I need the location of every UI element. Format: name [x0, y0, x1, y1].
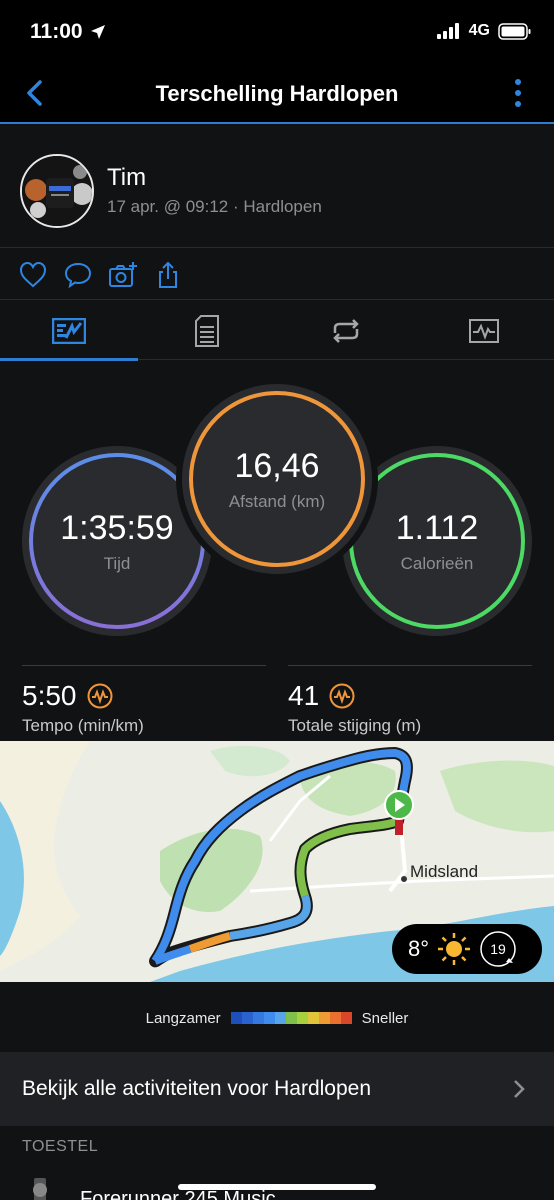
wind-indicator: 19: [479, 930, 517, 968]
speed-legend: Langzamer Sneller: [0, 1000, 554, 1036]
legend-swatch: [263, 1012, 275, 1024]
time-value: 1:35:59: [60, 508, 174, 547]
add-photo-icon[interactable]: [108, 260, 138, 290]
tab-splits[interactable]: [277, 302, 415, 360]
legend-swatch: [274, 1012, 286, 1024]
device-section-header: TOESTEL: [22, 1138, 99, 1155]
user-name[interactable]: Tim: [107, 164, 146, 192]
sun-icon: [438, 933, 471, 965]
nav-bar: Terschelling Hardlopen: [0, 66, 554, 124]
tab-details[interactable]: [138, 302, 276, 360]
legend-faster: Sneller: [361, 1009, 409, 1027]
legend-swatch: [340, 1012, 352, 1024]
legend-swatch: [329, 1012, 341, 1024]
location-arrow-icon: [91, 25, 106, 39]
tab-overview[interactable]: [0, 302, 138, 361]
legend-swatch: [230, 1012, 242, 1024]
repeat-icon: [333, 319, 359, 343]
watch-icon: [33, 1178, 47, 1200]
tab-charts[interactable]: [415, 302, 553, 360]
pace-value: 5:50: [22, 680, 77, 711]
all-activities-label: Bekijk alle activiteiten voor Hardlopen: [22, 1077, 372, 1100]
chevron-right-icon: [514, 1080, 525, 1098]
legend-slower: Langzamer: [145, 1009, 221, 1027]
legend-swatch: [241, 1012, 253, 1024]
time-label: Tijd: [103, 553, 131, 573]
pace-chart-icon: [87, 683, 112, 709]
activity-date-type: 17 apr. @ 09:12 · Hardlopen: [107, 197, 322, 216]
more-options-icon[interactable]: [508, 78, 528, 108]
ascent-label: Totale stijging (m): [288, 716, 422, 735]
status-indicators: 4G: [436, 22, 532, 40]
activity-chart-icon: [469, 319, 499, 343]
route-map[interactable]: Midsland 8° 19: [0, 741, 554, 982]
avatar[interactable]: [20, 154, 94, 228]
laps-list-icon: [195, 315, 219, 347]
stats-overview-icon: [52, 318, 86, 344]
calories-label: Calorieën: [400, 553, 474, 573]
network-type: 4G: [468, 22, 490, 39]
page-title: Terschelling Hardlopen: [155, 81, 399, 106]
home-indicator[interactable]: [178, 1184, 376, 1190]
activity-tabs: [0, 302, 554, 361]
share-icon[interactable]: [153, 260, 183, 290]
comment-icon[interactable]: [63, 260, 93, 290]
legend-color-scale: [230, 1012, 352, 1024]
calories-value: 1.112: [395, 508, 479, 547]
distance-value: 16,46: [234, 446, 320, 485]
social-actions: [0, 248, 554, 300]
battery-icon: [498, 22, 531, 40]
status-time: 11:00: [30, 20, 106, 44]
distance-ring: 16,46 Afstand (km): [182, 384, 372, 574]
pace-metric[interactable]: 5:50 Tempo (min/km): [22, 665, 266, 736]
pace-label: Tempo (min/km): [22, 716, 144, 735]
summary-rings: 1:35:59 Tijd 1.112 Calorieën 16,46 Afsta…: [0, 360, 554, 660]
ascent-chart-icon: [329, 683, 355, 709]
activity-owner: Tim 17 apr. @ 09:12 · Hardlopen: [0, 126, 554, 248]
map-place-label: Midsland: [410, 862, 479, 881]
status-bar: 11:00 4G: [0, 0, 554, 66]
legend-swatch: [296, 1012, 308, 1024]
all-activities-row[interactable]: Bekijk alle activiteiten voor Hardlopen: [0, 1052, 554, 1126]
wind-speed: 19: [490, 941, 506, 957]
legend-swatch: [285, 1012, 297, 1024]
legend-swatch: [318, 1012, 330, 1024]
ascent-value: 41: [288, 680, 320, 711]
signal-icon: [436, 23, 459, 39]
heart-icon[interactable]: [18, 260, 48, 290]
ascent-metric[interactable]: 41 Totale stijging (m): [288, 665, 532, 736]
legend-swatch: [252, 1012, 264, 1024]
distance-label: Afstand (km): [228, 491, 326, 511]
legend-swatch: [307, 1012, 319, 1024]
temperature: 8°: [408, 936, 430, 961]
weather-badge: 8° 19: [392, 924, 542, 974]
